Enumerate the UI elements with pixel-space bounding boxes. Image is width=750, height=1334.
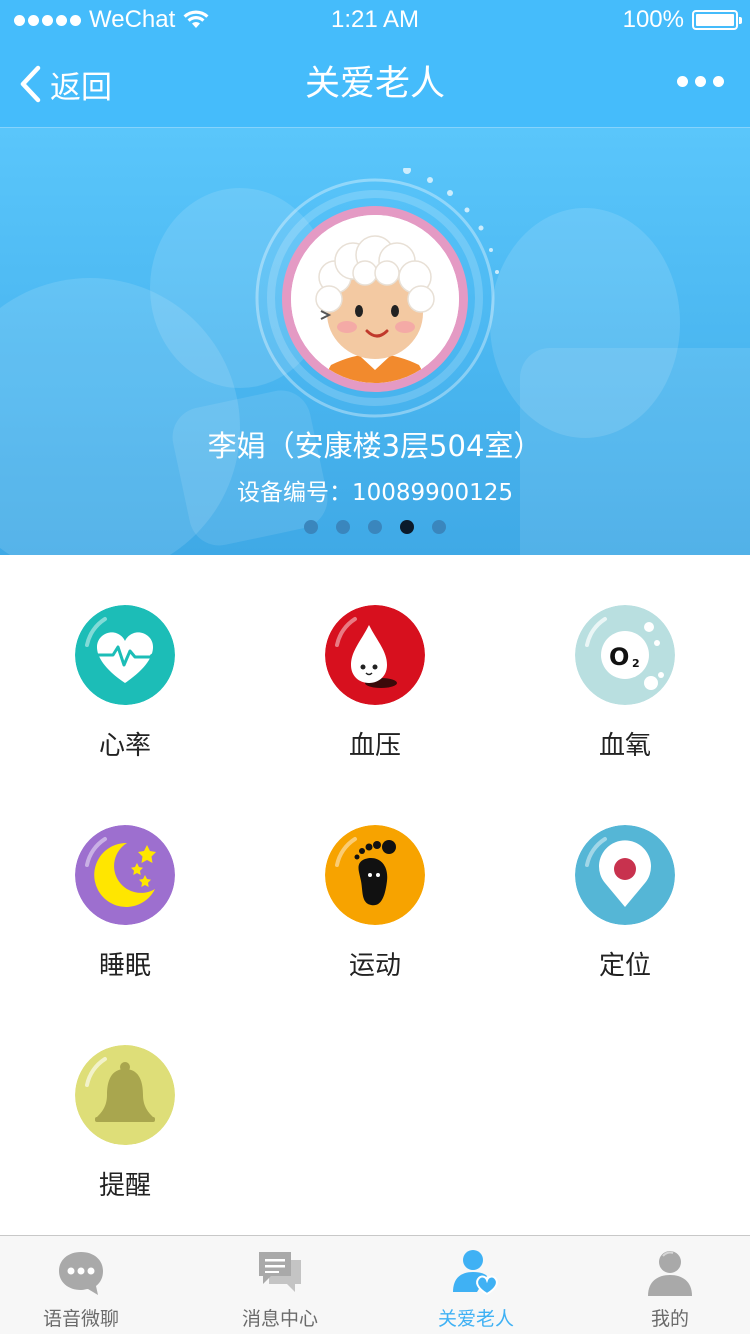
pager-dot[interactable] — [368, 520, 382, 534]
feature-exercise[interactable]: 运动 — [250, 775, 500, 995]
tab-profile[interactable]: 我的 — [572, 1236, 750, 1334]
feature-blood-oxygen[interactable]: O 2 血氧 — [500, 555, 750, 775]
pager-dot[interactable] — [304, 520, 318, 534]
tab-care-elderly[interactable]: 关爱老人 — [378, 1236, 574, 1334]
top-bar: WeChat 1:21 AM 100% 返回 关爱老人 — [0, 0, 750, 128]
tab-voice-chat[interactable]: 语音微聊 — [0, 1236, 179, 1334]
svg-text:O: O — [609, 643, 629, 671]
banner-pager[interactable] — [304, 520, 446, 534]
pager-dot-active[interactable] — [400, 520, 414, 534]
battery-percent: 100% — [622, 6, 684, 33]
chat-bubble-icon — [59, 1252, 103, 1295]
battery-icon — [692, 10, 742, 30]
feature-reminder[interactable]: 提醒 — [0, 995, 250, 1215]
messages-icon — [259, 1252, 301, 1292]
blood-drop-icon — [325, 605, 425, 705]
more-dots-icon — [677, 76, 688, 87]
feature-blood-pressure[interactable]: 血压 — [250, 555, 500, 775]
status-bar: WeChat 1:21 AM 100% — [0, 0, 750, 40]
profile-icon — [648, 1251, 692, 1296]
bell-icon — [75, 1045, 175, 1145]
moon-stars-icon — [75, 825, 175, 925]
feature-location[interactable]: 定位 — [500, 775, 750, 995]
feature-label: 血压 — [348, 731, 401, 761]
tab-label: 语音微聊 — [42, 1308, 119, 1330]
more-options-button[interactable] — [677, 76, 724, 87]
footprint-icon — [325, 825, 425, 925]
care-elderly-icon — [453, 1250, 498, 1296]
device-number: 设备编号：10089900125 — [237, 480, 513, 506]
oxygen-icon: O 2 — [575, 605, 675, 705]
elderly-name: 李娟（安康楼3层504室） — [207, 429, 543, 463]
heart-rate-icon — [75, 605, 175, 705]
pager-dot[interactable] — [336, 520, 350, 534]
feature-label: 血氧 — [598, 731, 651, 761]
feature-label: 提醒 — [98, 1171, 151, 1201]
bottom-tab-bar: 语音微聊 消息中心 关爱老人 我的 — [0, 1235, 750, 1334]
grandma-avatar-icon — [291, 215, 459, 383]
page-title: 关爱老人 — [304, 64, 445, 104]
profile-banner[interactable]: 李娟（安康楼3层504室） 设备编号：10089900125 — [0, 128, 750, 555]
tab-label: 我的 — [650, 1308, 689, 1330]
pager-dot[interactable] — [432, 520, 446, 534]
tab-message-center[interactable]: 消息中心 — [182, 1236, 378, 1334]
navigation-bar: 返回 关爱老人 — [0, 40, 750, 128]
feature-label: 心率 — [98, 731, 151, 761]
svg-text:2: 2 — [632, 657, 640, 670]
feature-grid: 心率 血压 O 2 血氧 睡眠 运动 定位 提醒 — [0, 555, 750, 1235]
elderly-avatar[interactable] — [282, 206, 468, 392]
feature-label: 运动 — [348, 951, 401, 981]
tab-label: 消息中心 — [241, 1308, 318, 1330]
status-right: 100% — [622, 0, 742, 40]
avatar-image — [291, 215, 459, 383]
location-pin-icon — [575, 825, 675, 925]
feature-label: 定位 — [598, 951, 651, 981]
tab-label: 关爱老人 — [437, 1308, 514, 1330]
feature-sleep[interactable]: 睡眠 — [0, 775, 250, 995]
feature-heart-rate[interactable]: 心率 — [0, 555, 250, 775]
feature-label: 睡眠 — [98, 951, 151, 981]
